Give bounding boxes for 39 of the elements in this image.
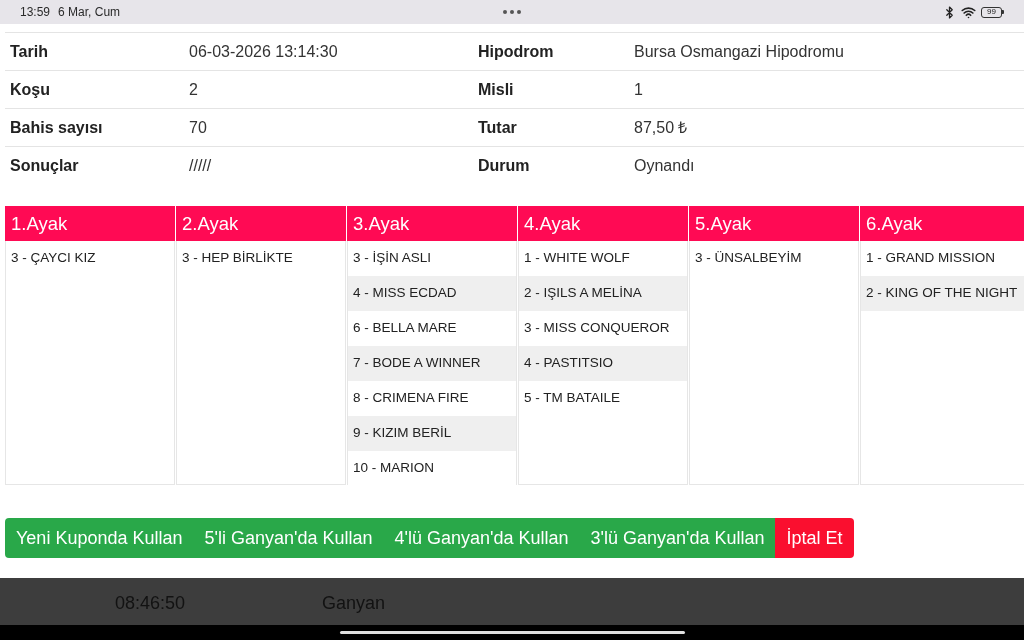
leg-header: 2.Ayak bbox=[176, 206, 346, 241]
horse-entry: 2 - IŞILS A MELİNA bbox=[519, 276, 687, 311]
detail-value: 70 bbox=[188, 117, 208, 138]
detail-value: Oynandı bbox=[633, 155, 696, 176]
detail-label: Misli bbox=[477, 79, 515, 100]
detail-label: Sonuçlar bbox=[9, 155, 80, 176]
detail-value: 1 bbox=[633, 79, 644, 100]
horse-entry: 7 - BODE A WINNER bbox=[348, 346, 516, 381]
action-button[interactable]: 5'li Ganyan'da Kullan bbox=[193, 518, 384, 558]
status-time: 13:59 bbox=[20, 4, 51, 21]
detail-value: Bursa Osmangazi Hipodromu bbox=[633, 41, 845, 62]
action-button[interactable]: Yeni Kuponda Kullan bbox=[5, 518, 194, 558]
bluetooth-icon bbox=[943, 5, 956, 19]
leg-header: 1.Ayak bbox=[5, 206, 175, 241]
status-date: 6 Mar, Cum bbox=[58, 4, 121, 21]
detail-value: ///// bbox=[188, 155, 213, 176]
detail-label: Hipodrom bbox=[477, 41, 555, 62]
cancel-button[interactable]: İptal Et bbox=[775, 518, 854, 558]
horse-entry: 2 - KING OF THE NIGHT bbox=[861, 276, 1024, 311]
horse-entry: 9 - KIZIM BERİL bbox=[348, 416, 516, 451]
detail-label: Tutar bbox=[477, 117, 518, 138]
action-button[interactable]: 4'lü Ganyan'da Kullan bbox=[383, 518, 580, 558]
detail-value: 06-03-2026 13:14:30 bbox=[188, 41, 339, 62]
leg-header: 3.Ayak bbox=[347, 206, 517, 241]
battery-indicator: 99 bbox=[981, 6, 1004, 18]
horse-entry: 4 - MISS ECDAD bbox=[348, 276, 516, 311]
detail-label: Tarih bbox=[9, 41, 49, 62]
leg-header: 5.Ayak bbox=[689, 206, 859, 241]
detail-label: Durum bbox=[477, 155, 531, 176]
detail-label: Bahis sayısı bbox=[9, 117, 104, 138]
leg-header: 6.Ayak bbox=[860, 206, 1024, 241]
horse-entry: 4 - PASTITSIO bbox=[519, 346, 687, 381]
wifi-icon bbox=[961, 4, 976, 20]
detail-value: 87,50 ₺ bbox=[633, 117, 689, 138]
action-button[interactable]: 3'lü Ganyan'da Kullan bbox=[579, 518, 776, 558]
leg-header: 4.Ayak bbox=[518, 206, 688, 241]
detail-value: 2 bbox=[188, 79, 199, 100]
detail-label: Koşu bbox=[9, 79, 51, 100]
more-icon[interactable] bbox=[503, 10, 521, 14]
